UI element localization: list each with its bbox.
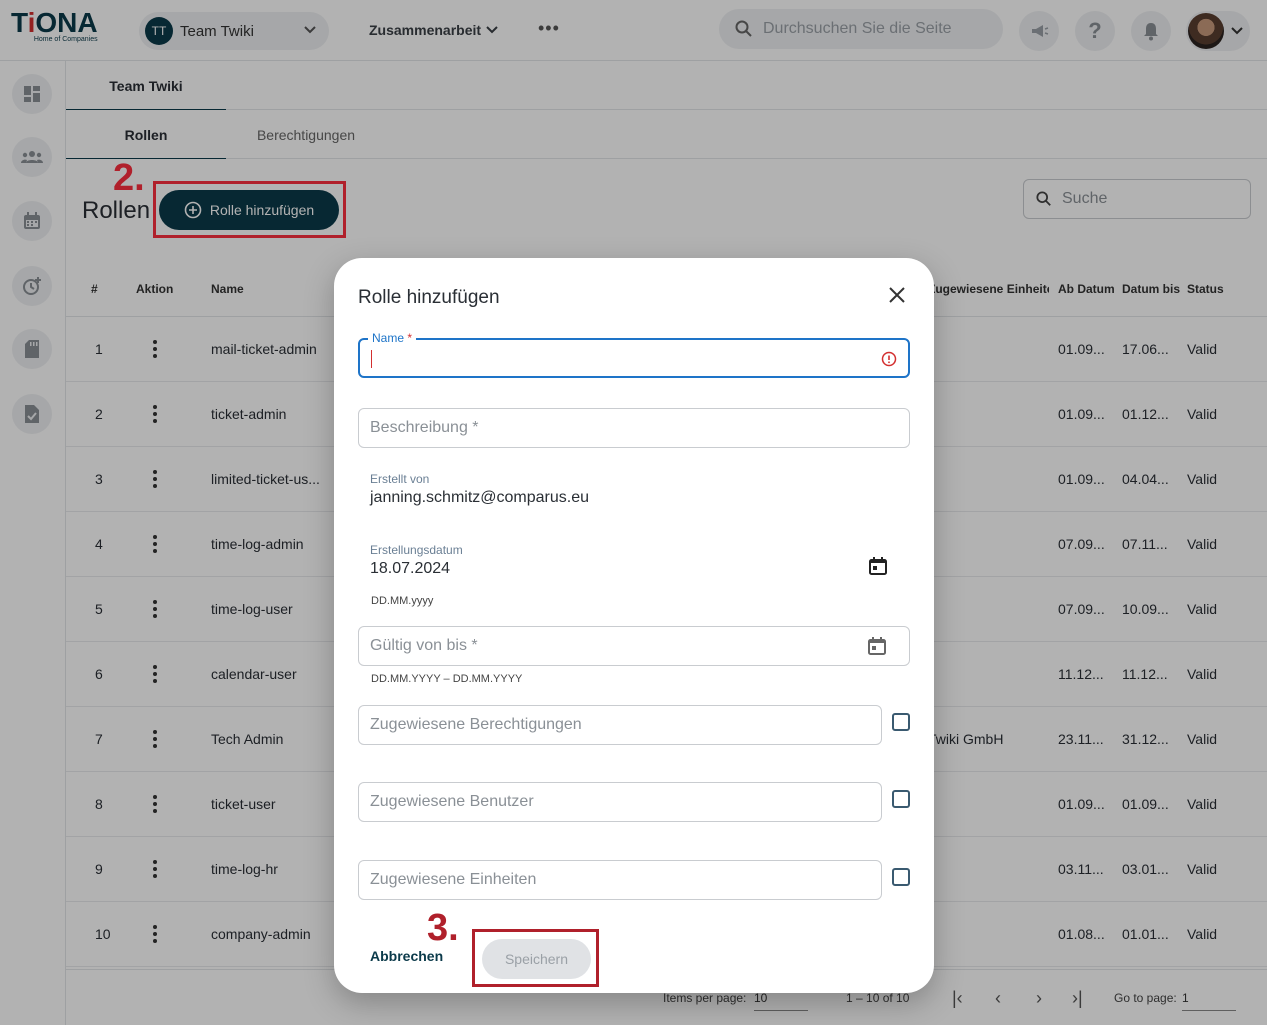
assigned-permissions-field[interactable]: Zugewiesene Berechtigungen [358,705,882,745]
assigned-users-field[interactable]: Zugewiesene Benutzer [358,782,882,822]
date-format-hint: DD.MM.yyyy [371,595,434,607]
dialog-title: Rolle hinzufügen [358,287,500,308]
assigned-units-field[interactable]: Zugewiesene Einheiten [358,860,882,900]
step-3-marker: 3. [427,907,459,949]
range-format-hint: DD.MM.YYYY – DD.MM.YYYY [371,673,523,685]
close-icon[interactable] [886,284,908,306]
created-date-label: Erstellungsdatum [370,543,463,557]
add-role-dialog: Rolle hinzufügen Name * Beschreibung * E… [334,258,934,993]
error-icon [881,351,897,367]
assigned-units-checkbox[interactable] [892,868,910,886]
step-2-marker: 2. [113,157,145,199]
created-date-value: 18.07.2024 [370,560,451,577]
valid-range-field[interactable]: Gültig von bis * [358,626,910,666]
text-caret [371,350,372,368]
calendar-icon[interactable] [867,636,887,656]
description-field[interactable]: Beschreibung * [358,408,910,448]
step-3-highlight [472,929,599,987]
created-by-label: Erstellt von [370,472,430,486]
calendar-icon[interactable] [868,556,888,576]
created-by-value: janning.schmitz@comparus.eu [370,489,590,506]
assigned-permissions-checkbox[interactable] [892,713,910,731]
role-name-field[interactable]: Name * [358,331,910,378]
cancel-button[interactable]: Abbrechen [370,948,443,964]
role-name-label: Name * [368,331,417,345]
assigned-users-checkbox[interactable] [892,790,910,808]
step-2-highlight [153,181,346,238]
